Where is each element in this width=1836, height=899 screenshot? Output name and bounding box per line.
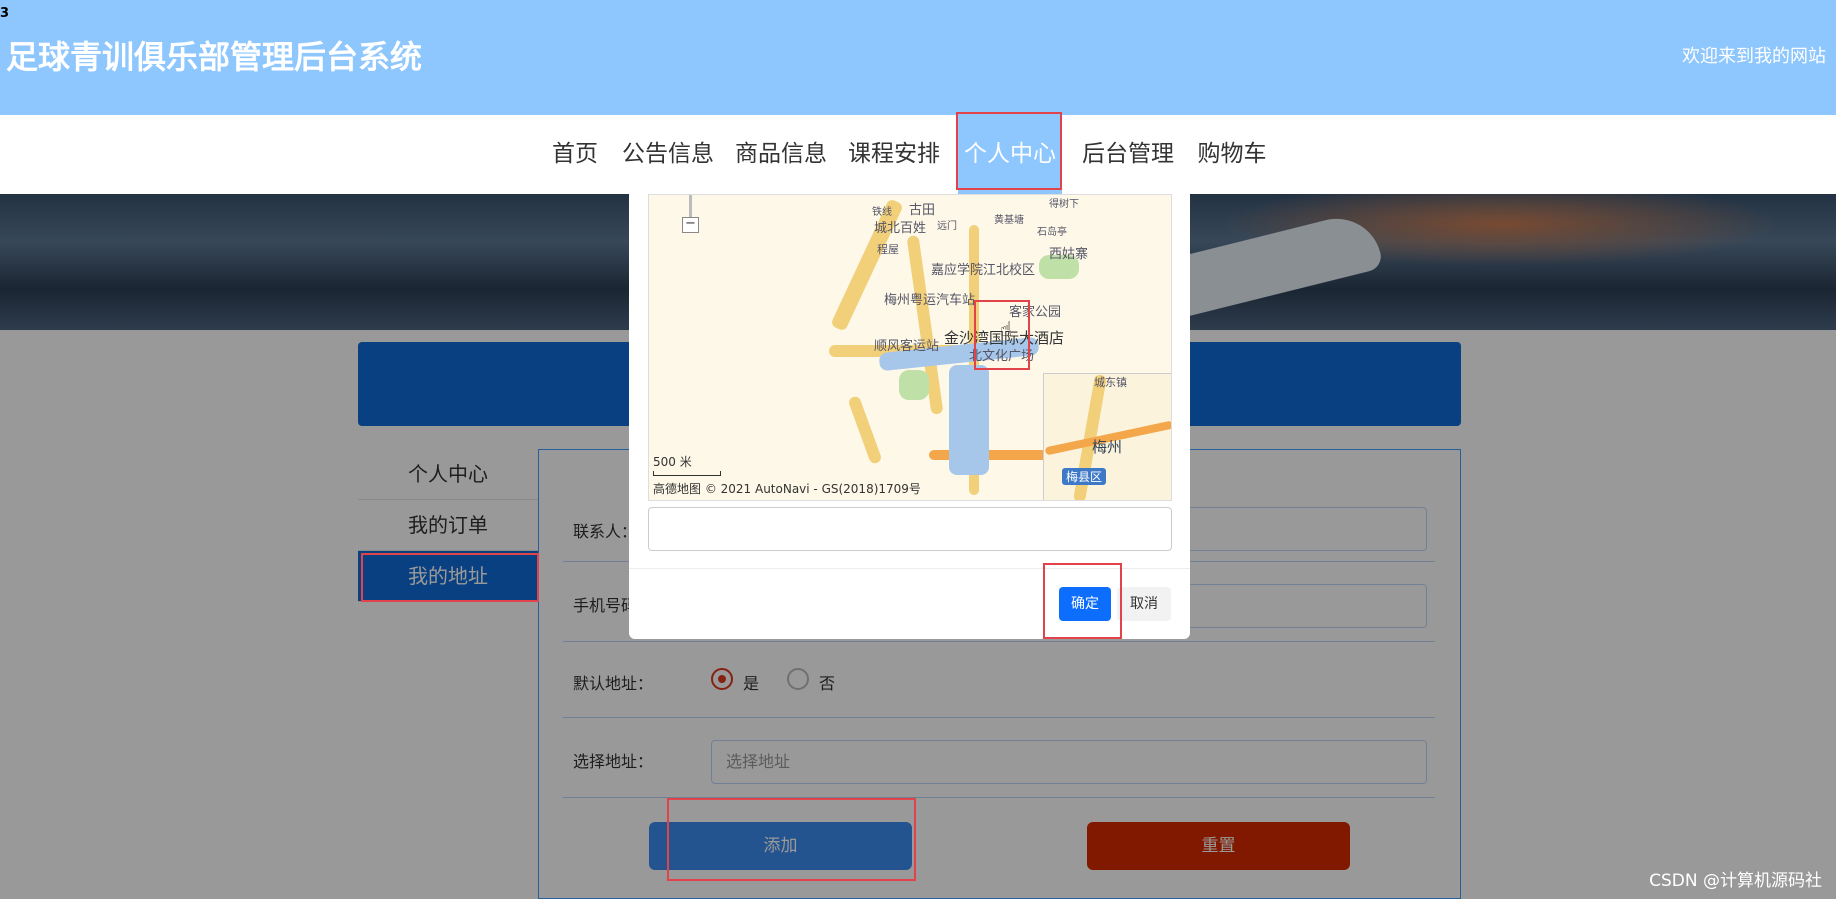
map-label: 城北百姓 bbox=[874, 221, 927, 236]
map-label: 嘉应学院江北校区 bbox=[931, 263, 1036, 278]
overview-minimap[interactable]: 城东镇 梅州 梅县区 bbox=[1043, 373, 1171, 500]
map-label: 程屋 bbox=[877, 243, 899, 256]
map-view[interactable]: − 古田 城北百姓 梅州粤运汽车站 嘉应学院江北校区 客家公园 金沙湾国际大酒店… bbox=[648, 194, 1172, 501]
nav-admin[interactable]: 后台管理 bbox=[1080, 115, 1176, 194]
map-label: 石岛亭 bbox=[1037, 227, 1067, 238]
corner-marker: 3 bbox=[0, 6, 10, 21]
map-river bbox=[949, 365, 989, 475]
nav-products[interactable]: 商品信息 bbox=[733, 115, 829, 194]
modal-footer-divider bbox=[629, 568, 1190, 569]
main-nav: 首页 公告信息 商品信息 课程安排 个人中心 后台管理 购物车 bbox=[0, 115, 1836, 194]
minimap-label: 梅州 bbox=[1092, 438, 1123, 456]
map-label: 黄基塘 bbox=[994, 215, 1024, 226]
nav-personal-center[interactable]: 个人中心 bbox=[958, 115, 1062, 194]
map-label: 铁线 bbox=[872, 207, 892, 218]
map-road bbox=[929, 450, 1049, 460]
hand-pointer-icon: ☝ bbox=[1000, 317, 1013, 341]
nav-home[interactable]: 首页 bbox=[547, 115, 603, 194]
map-scale-label: 500 米 bbox=[653, 455, 692, 469]
nav-courses[interactable]: 课程安排 bbox=[846, 115, 942, 194]
map-road bbox=[847, 395, 883, 465]
top-header: 3 足球青训俱乐部管理后台系统 欢迎来到我的网站 bbox=[0, 0, 1836, 115]
map-address-input[interactable] bbox=[648, 507, 1172, 551]
map-label: 客家公园 bbox=[1009, 305, 1062, 320]
welcome-text: 欢迎来到我的网站 bbox=[1682, 46, 1826, 67]
map-label: 西姑寨 bbox=[1049, 247, 1089, 262]
cancel-button[interactable]: 取消 bbox=[1117, 587, 1171, 621]
minimap-label: 梅县区 bbox=[1062, 468, 1107, 485]
map-label: 北文化广场 bbox=[969, 349, 1035, 364]
map-picker-modal: − 古田 城北百姓 梅州粤运汽车站 嘉应学院江北校区 客家公园 金沙湾国际大酒店… bbox=[629, 194, 1190, 639]
map-label: 古田 bbox=[909, 203, 936, 218]
map-copyright: 高德地图 © 2021 AutoNavi - GS(2018)1709号 bbox=[653, 482, 921, 496]
nav-announcements[interactable]: 公告信息 bbox=[620, 115, 716, 194]
nav-cart[interactable]: 购物车 bbox=[1194, 115, 1270, 194]
zoom-out-button[interactable]: − bbox=[682, 217, 699, 233]
map-label: 梅州粤运汽车站 bbox=[884, 293, 976, 308]
site-title: 足球青训俱乐部管理后台系统 bbox=[6, 38, 423, 76]
map-label: 顺风客运站 bbox=[874, 339, 940, 354]
map-scale-bar bbox=[653, 471, 721, 476]
confirm-button[interactable]: 确定 bbox=[1059, 587, 1111, 621]
zoom-slider[interactable] bbox=[689, 195, 692, 217]
watermark: CSDN @计算机源码社 bbox=[1649, 871, 1822, 891]
minimap-label: 城东镇 bbox=[1094, 376, 1127, 389]
map-park bbox=[899, 370, 929, 400]
map-label: 远门 bbox=[937, 221, 957, 232]
map-label: 得树下 bbox=[1049, 199, 1079, 210]
